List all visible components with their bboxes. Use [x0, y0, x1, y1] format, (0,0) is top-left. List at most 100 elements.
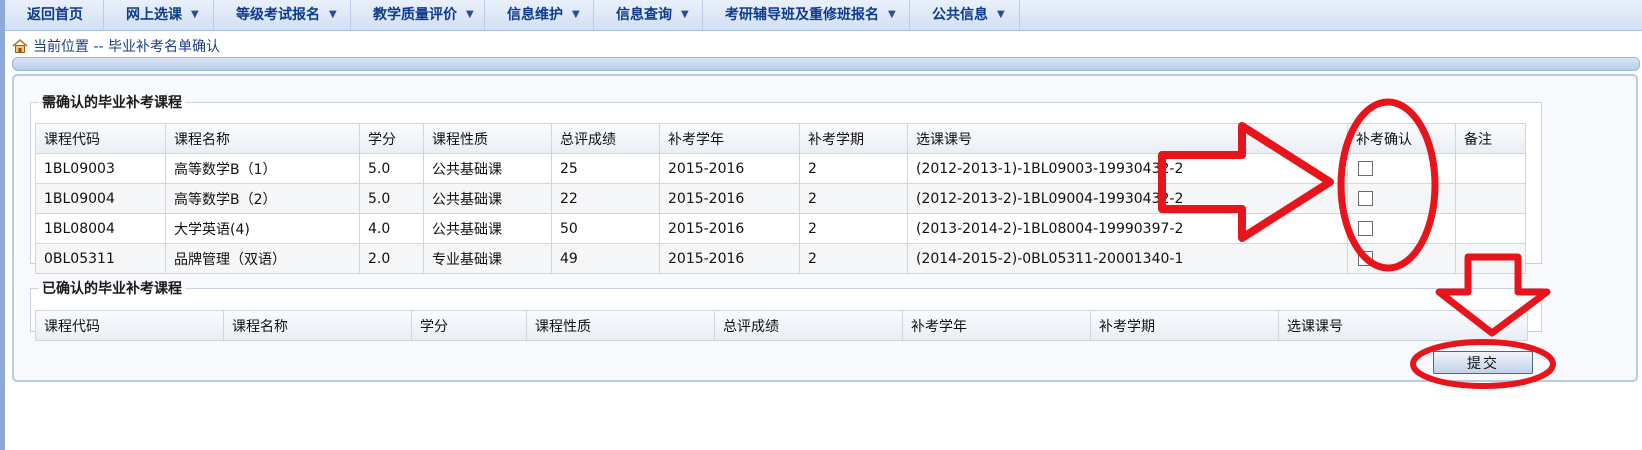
- nav-item-label: 公共信息: [932, 7, 988, 23]
- nav-item-label: 考研辅导班及重修班报名: [725, 7, 879, 23]
- credit-cell: 5.0: [359, 183, 424, 214]
- nav-item-label: 信息维护: [507, 7, 563, 23]
- submit-button[interactable]: 提交: [1433, 351, 1533, 374]
- score-cell: 25: [551, 153, 660, 184]
- course-nature-cell: 公共基础课: [423, 183, 552, 214]
- table-header-row: 课程代码 课程名称 学分 课程性质 总评成绩 补考学年 补考学期 选课课号 补考…: [35, 123, 1526, 154]
- nav-item-label: 返回首页: [27, 7, 83, 23]
- table-row: 0BL05311 品牌管理（双语） 2.0 专业基础课 49 2015-2016…: [35, 243, 1526, 274]
- course-name-cell: 大学英语(4): [165, 213, 360, 244]
- pending-courses-table: 课程代码 课程名称 学分 课程性质 总评成绩 补考学年 补考学期 选课课号 补考…: [35, 123, 1526, 274]
- course-number-cell: (2012-2013-1)-1BL09003-19930432-2: [907, 153, 1348, 184]
- confirm-checkbox[interactable]: [1358, 191, 1373, 206]
- remark-cell: [1455, 213, 1526, 244]
- column-header: 课程性质: [423, 123, 552, 154]
- caret-down-icon: ▼: [191, 9, 199, 20]
- makeup-year-cell: 2015-2016: [659, 243, 800, 274]
- column-header: 选课课号: [907, 123, 1348, 154]
- remark-cell: [1455, 243, 1526, 274]
- table-row: 1BL09003 高等数学B（1） 5.0 公共基础课 25 2015-2016…: [35, 153, 1526, 184]
- pending-courses-group: 需确认的毕业补考课程 课程代码 课程名称 学分 课程性质 总评成绩 补考学年 补…: [30, 92, 1542, 274]
- column-header: 选课课号: [1278, 310, 1528, 341]
- course-code-cell: 1BL09003: [35, 153, 166, 184]
- course-nature-cell: 公共基础课: [423, 153, 552, 184]
- column-header: 总评成绩: [551, 123, 660, 154]
- course-number-cell: (2012-2013-2)-1BL09004-19930432-2: [907, 183, 1348, 214]
- column-header: 补考学期: [799, 123, 908, 154]
- remark-cell: [1455, 183, 1526, 214]
- nav-item-label: 教学质量评价: [373, 7, 457, 23]
- confirm-cell: [1347, 183, 1456, 214]
- confirmed-courses-table: 课程代码 课程名称 学分 课程性质 总评成绩 补考学年 补考学期 选课课号: [35, 310, 1528, 341]
- main-panel: 需确认的毕业补考课程 课程代码 课程名称 学分 课程性质 总评成绩 补考学年 补…: [12, 74, 1638, 382]
- course-name-cell: 高等数学B（2）: [165, 183, 360, 214]
- nav-item-public-info[interactable]: 公共信息 ▼: [910, 0, 1020, 30]
- nav-item-online-course-selection[interactable]: 网上选课 ▼: [104, 0, 214, 30]
- course-number-cell: (2014-2015-2)-0BL05311-20001340-1: [907, 243, 1348, 274]
- nav-item-label: 信息查询: [616, 7, 672, 23]
- column-header: 补考学年: [659, 123, 800, 154]
- left-edge-stripe: [0, 0, 5, 450]
- breadcrumb: 当前位置 -- 毕业补考名单确认: [12, 36, 220, 56]
- column-header: 课程名称: [165, 123, 360, 154]
- credit-cell: 2.0: [359, 243, 424, 274]
- nav-item-home[interactable]: 返回首页: [5, 0, 104, 30]
- course-name-cell: 高等数学B（1）: [165, 153, 360, 184]
- credit-cell: 4.0: [359, 213, 424, 244]
- top-nav-bar: 返回首页 网上选课 ▼ 等级考试报名 ▼ 教学质量评价 ▼ 信息维护 ▼ 信息查…: [5, 0, 1642, 31]
- nav-item-teaching-evaluation[interactable]: 教学质量评价 ▼: [351, 0, 485, 30]
- score-cell: 49: [551, 243, 660, 274]
- makeup-year-cell: 2015-2016: [659, 213, 800, 244]
- nav-item-level-exam-signup[interactable]: 等级考试报名 ▼: [214, 0, 351, 30]
- course-number-cell: (2013-2014-2)-1BL08004-19990397-2: [907, 213, 1348, 244]
- caret-down-icon: ▼: [572, 9, 580, 20]
- nav-item-info-maintenance[interactable]: 信息维护 ▼: [485, 0, 594, 30]
- course-code-cell: 0BL05311: [35, 243, 166, 274]
- column-header: 总评成绩: [714, 310, 903, 341]
- breadcrumb-text: 当前位置 -- 毕业补考名单确认: [33, 39, 221, 55]
- pending-courses-legend: 需确认的毕业补考课程: [42, 95, 182, 111]
- course-name-cell: 品牌管理（双语）: [165, 243, 360, 274]
- column-header: 备注: [1455, 123, 1526, 154]
- column-header: 课程名称: [223, 310, 412, 341]
- course-code-cell: 1BL09004: [35, 183, 166, 214]
- column-header: 课程代码: [35, 310, 224, 341]
- confirm-checkbox[interactable]: [1358, 161, 1373, 176]
- column-header: 补考学期: [1090, 310, 1279, 341]
- page-title-bar: [12, 57, 1640, 71]
- confirm-cell: [1347, 153, 1456, 184]
- table-header-row: 课程代码 课程名称 学分 课程性质 总评成绩 补考学年 补考学期 选课课号: [35, 310, 1528, 341]
- nav-item-info-query[interactable]: 信息查询 ▼: [594, 0, 703, 30]
- caret-down-icon: ▼: [681, 9, 689, 20]
- confirmed-courses-group: 已确认的毕业补考课程 课程代码 课程名称 学分 课程性质 总评成绩 补考学年 补…: [30, 278, 1542, 341]
- caret-down-icon: ▼: [466, 9, 474, 20]
- nav-item-label: 等级考试报名: [236, 7, 320, 23]
- column-header: 补考确认: [1347, 123, 1456, 154]
- makeup-year-cell: 2015-2016: [659, 183, 800, 214]
- home-icon: [12, 38, 28, 53]
- makeup-term-cell: 2: [799, 243, 908, 274]
- course-nature-cell: 专业基础课: [423, 243, 552, 274]
- makeup-term-cell: 2: [799, 183, 908, 214]
- column-header: 补考学年: [902, 310, 1091, 341]
- column-header: 课程性质: [526, 310, 715, 341]
- credit-cell: 5.0: [359, 153, 424, 184]
- course-code-cell: 1BL08004: [35, 213, 166, 244]
- caret-down-icon: ▼: [997, 9, 1005, 20]
- column-header: 课程代码: [35, 123, 166, 154]
- caret-down-icon: ▼: [329, 9, 337, 20]
- confirm-checkbox[interactable]: [1358, 221, 1373, 236]
- nav-item-label: 网上选课: [126, 7, 182, 23]
- column-header: 学分: [359, 123, 424, 154]
- confirm-cell: [1347, 243, 1456, 274]
- makeup-year-cell: 2015-2016: [659, 153, 800, 184]
- nav-item-postgrad-tutoring-signup[interactable]: 考研辅导班及重修班报名 ▼: [703, 0, 910, 30]
- remark-cell: [1455, 153, 1526, 184]
- score-cell: 22: [551, 183, 660, 214]
- confirmed-courses-legend: 已确认的毕业补考课程: [42, 281, 182, 297]
- makeup-term-cell: 2: [799, 153, 908, 184]
- caret-down-icon: ▼: [888, 9, 896, 20]
- makeup-term-cell: 2: [799, 213, 908, 244]
- confirm-cell: [1347, 213, 1456, 244]
- confirm-checkbox[interactable]: [1358, 251, 1373, 266]
